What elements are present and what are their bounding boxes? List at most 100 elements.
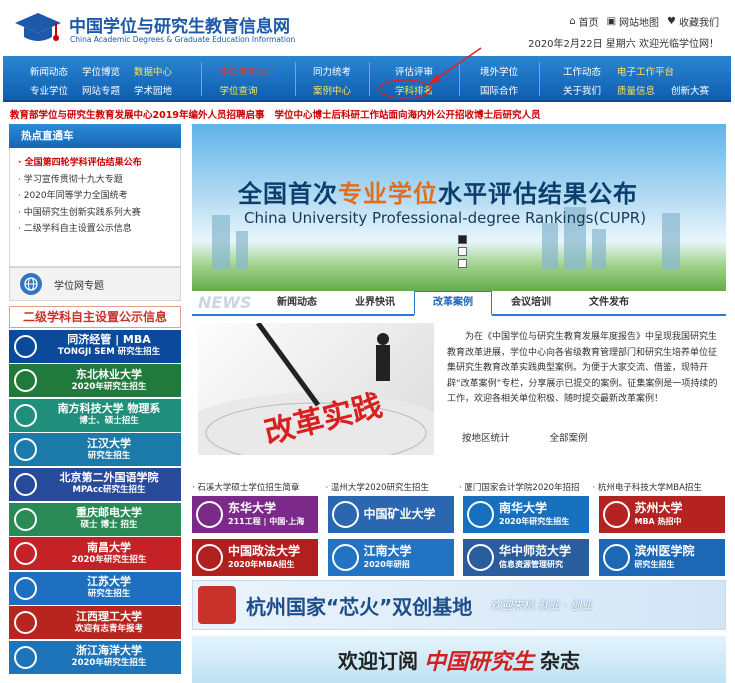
school-logo-banner[interactable]: 滨州医学院 研究生招生 [598,539,725,576]
sidebar-ad-banner[interactable]: 江西理工大学 欢迎有志青年报考 [9,606,181,640]
building-shape [542,223,558,269]
school-seal-icon [14,472,37,496]
news-ticker: 教育部学位与研究生教育发展中心2019年编外人员招聘启事 学位中心博士后科研工作… [0,104,735,124]
school-logo-sub: 2020年研究生招生 [499,516,570,526]
school-logo-text: 苏州大学 MBA 热招中 [634,500,683,528]
ad-name: 江汉大学 [87,436,131,450]
school-logo-banner[interactable]: 华中师范大学 信息资源管理研究 [463,539,589,576]
hot-item[interactable]: · 2020年同等学力全国统考 [18,188,180,205]
school-text-link[interactable]: · 温州大学2020研究生招生 [326,481,460,493]
nav-item[interactable]: 质量信息 [617,86,655,101]
sidebar-ad-banner[interactable]: 重庆邮电大学 硕士 博士 招生 [9,502,181,536]
site-name[interactable]: 中国学位与研究生教育信息网 [69,12,290,37]
nav-item[interactable]: 学位博览 [82,67,120,82]
ad-sub: MPAcc研究生招生 [72,485,146,496]
favorite-link[interactable]: ♥ 收藏我们 [667,14,719,29]
hero-banner[interactable]: 全国首次专业学位水平评估结果公布 China University Profes… [192,124,726,291]
all-cases-link[interactable]: 全部案例 [550,430,588,444]
sidebar-ad-banner[interactable]: 同济经管 | MBA TONGJI SEM 研究生招生 [9,329,181,363]
nav-item[interactable]: 电子工作平台 [617,67,709,82]
sitemap-link[interactable]: ▣ 网站地图 [607,14,659,29]
school-logo-banner[interactable]: 苏州大学 MBA 热招中 [598,496,725,533]
sidebar-ad-banner[interactable]: 南昌大学 2020年研究生招生 [9,537,181,571]
building-shape [236,231,248,269]
nav-item[interactable]: 学术园地 [134,86,172,101]
news-link[interactable]: 教育部学位与研究生教育发展中心2019年编外人员招聘启事 [10,107,264,121]
subscribe-suffix: 杂志 [540,649,580,673]
ad-text: 江苏大学 研究生招生 [87,575,131,601]
school-seal-icon [14,542,37,566]
nav-item[interactable]: 网站专题 [82,86,120,101]
nav-item[interactable]: 关于我们 [563,86,601,101]
nav-group-3: 同力统考 案例中心 [297,56,367,100]
nav-group-6: 工作动态 电子工作平台 关于我们 质量信息 创新大赛 [541,56,731,100]
school-logo-sub: 信息资源管理研究 [499,559,563,569]
gongshi-banner[interactable]: 二级学科自主设置公示信息 [9,306,181,328]
ad-name: 北京第二外国语学院 [59,471,159,485]
school-logo-text: 华中师范大学 信息资源管理研究 [499,544,571,571]
nav-item[interactable]: 创新大赛 [671,86,709,101]
school-logo-text: 滨州医学院 研究生招生 [635,544,695,571]
sidebar-ad-banner[interactable]: 南方科技大学 物理系 博士、硕士招生 [9,398,181,432]
slide-dot[interactable] [458,235,467,244]
ad-text: 南昌大学 2020年研究生招生 [72,541,147,567]
school-logo-name: 苏州大学 [634,500,683,515]
sidebar-ad-banner[interactable]: 北京第二外国语学院 MPAcc研究生招生 [9,467,181,501]
sidebar-ad-banner[interactable]: 东北林业大学 2020年研究生招生 [9,364,181,398]
tab-news[interactable]: 新闻动态 [258,292,336,314]
news-link[interactable]: 学位中心博士后科研工作站面向海内外公开招收博士后研究人员 [274,107,540,121]
subscribe-banner[interactable]: 欢迎订阅 中国研究生 杂志 [192,636,726,683]
ad-text: 重庆邮电大学 硕士 博士 招生 [76,506,142,532]
school-logo-banner[interactable]: 中国矿业大学 [327,496,454,533]
tab-meetings[interactable]: 会议培训 [492,292,570,314]
school-logo-text: 东华大学 211工程 | 中国·上海 [228,501,304,528]
reform-image[interactable]: 改革实践 [198,323,434,455]
sidebar-ad-banner[interactable]: 浙江海洋大学 2020年研究生招生 [9,640,181,674]
nav-item[interactable]: 案例中心 [313,86,351,101]
school-seal-icon [14,334,37,358]
hot-item[interactable]: · 二级学科自主设置公示信息 [18,221,180,238]
hot-item[interactable]: · 学习宣传贯彻十九大专题 [18,172,180,189]
nav-divider [539,62,540,96]
school-seal-icon [467,501,494,528]
by-region-link[interactable]: 按地区统计 [462,430,510,444]
school-logo-banner[interactable]: 江南大学 2020年研招 [327,539,454,576]
hot-item[interactable]: · 全国第四轮学科评估结果公布 [18,155,180,172]
school-text-link[interactable]: · 杭州电子科技大学MBA招生 [593,481,727,493]
school-logo-banner[interactable]: 中国政法大学 2020年MBA招生 [192,539,318,576]
nav-divider [369,62,370,96]
nav-item[interactable]: 专业学位 [30,86,68,101]
school-logo-banner[interactable]: 南华大学 2020年研究生招生 [463,496,589,533]
slide-dot[interactable] [458,247,467,256]
tab-documents[interactable]: 文件发布 [570,292,648,314]
case-description: 为在《中国学位与研究生教育发展年度报告》中呈现我国研究生教育改革进展，学位中心向… [447,332,718,405]
home-link[interactable]: ⌂ 首页 [569,14,598,29]
nav-item[interactable]: 学位查询 [219,86,276,101]
tab-reform-cases[interactable]: 改革案例 [414,291,492,316]
globe-icon [20,273,42,295]
tab-industry[interactable]: 业界快讯 [336,292,414,314]
nav-item[interactable]: 新闻动态 [30,67,68,82]
site-name-en: China Academic Degrees & Graduate Educat… [70,35,296,44]
sidebar-ad-banner[interactable]: 江苏大学 研究生招生 [9,571,181,605]
graduation-cap-logo-icon[interactable] [14,11,62,45]
school-seal-icon [196,544,223,571]
school-seal-icon [467,544,494,571]
nav-item[interactable]: 数据中心 [134,67,172,82]
slide-dot[interactable] [458,259,467,268]
nav-item[interactable]: 同力统考 [313,67,351,82]
top-links: ⌂ 首页 ▣ 网站地图 ♥ 收藏我们 [569,14,719,29]
topic-link[interactable]: 学位网专题 [9,267,181,301]
ad-text: 北京第二外国语学院 MPAcc研究生招生 [60,471,159,497]
school-logo-banner[interactable]: 东华大学 211工程 | 中国·上海 [192,496,318,533]
nav-item[interactable]: 中国学位认证 [219,67,276,82]
school-text-link[interactable]: · 石溪大学硕士学位招生简章 [192,481,326,493]
school-seal-icon [14,369,37,393]
topic-label: 学位网专题 [54,280,104,292]
hangzhou-banner[interactable]: 杭州国家“芯火”双创基地 欢迎来杭 就业 · 创业 [192,580,726,630]
school-text-link[interactable]: · 厦门国家会计学院2020年招招 [459,481,593,493]
school-seal-icon [14,507,37,531]
sidebar-ad-banner[interactable]: 江汉大学 研究生招生 [9,433,181,467]
hot-item[interactable]: · 中国研究生创新实践系列大赛 [18,205,180,222]
nav-item[interactable]: 工作动态 [563,67,601,82]
